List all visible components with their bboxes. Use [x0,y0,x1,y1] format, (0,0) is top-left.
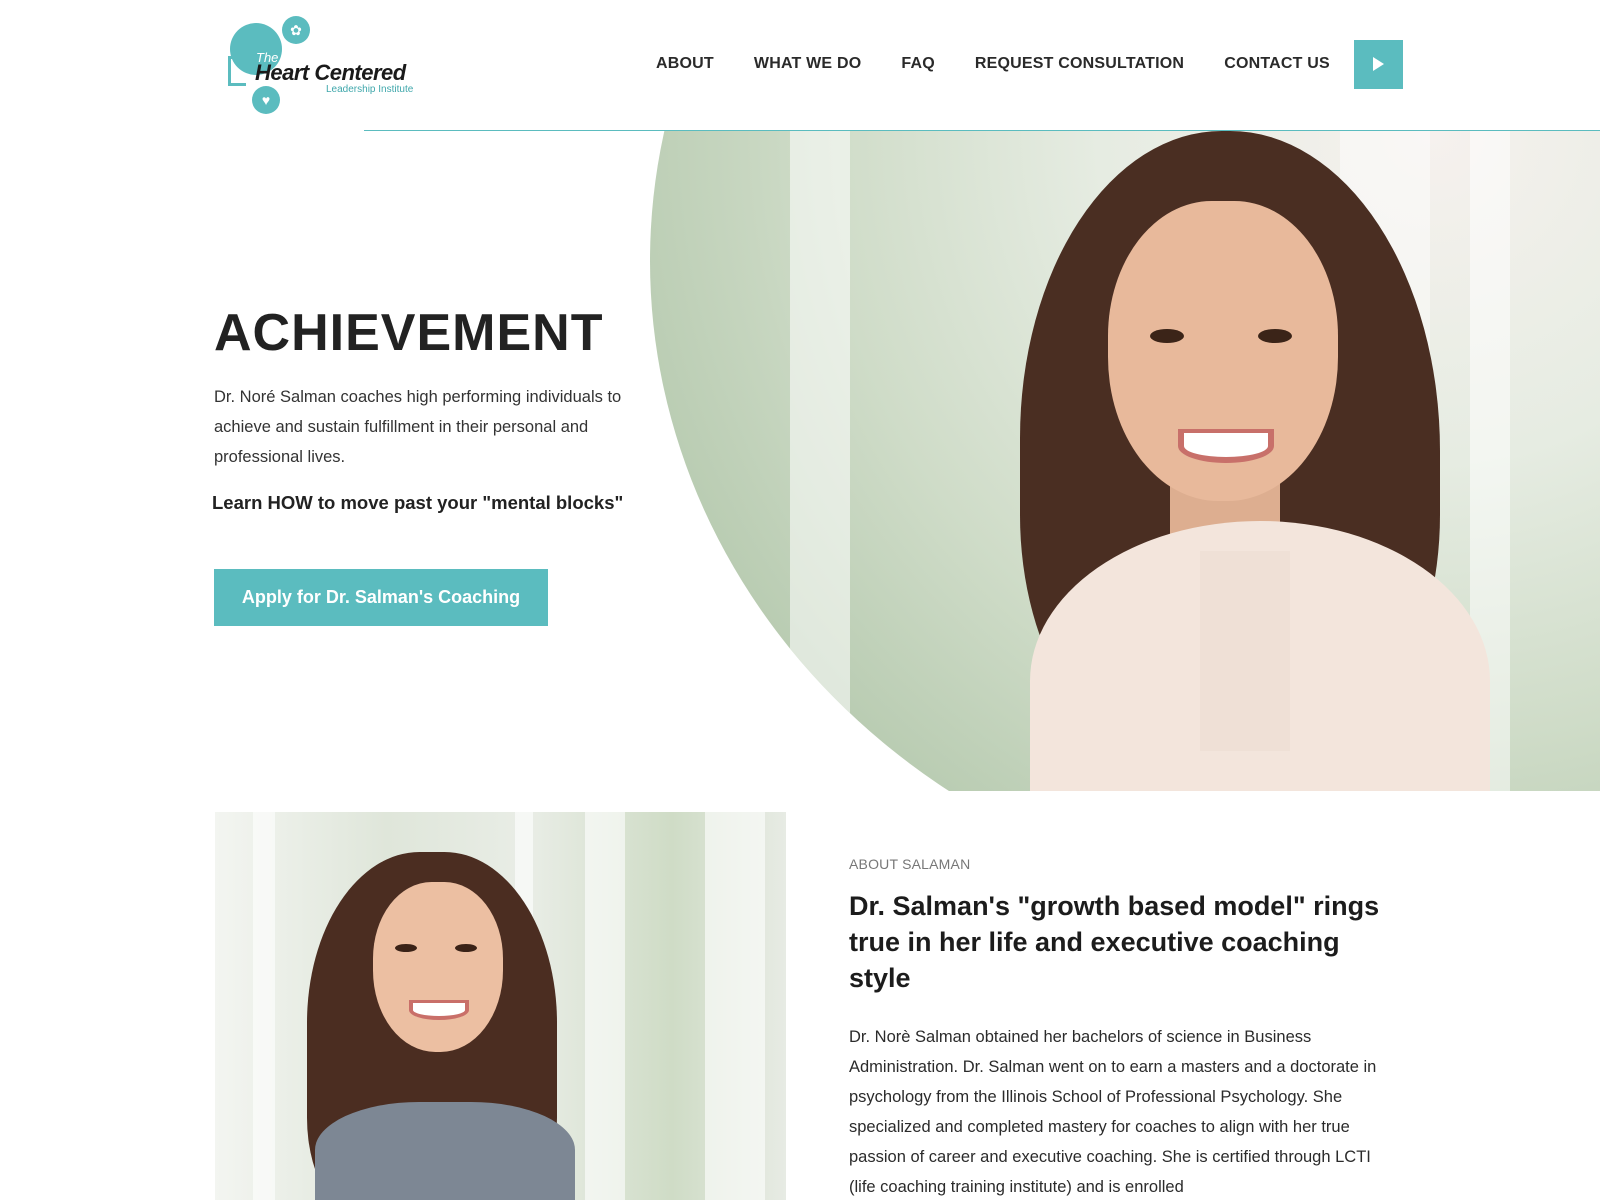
logo-subtitle: Leadership Institute [326,84,414,95]
heart-icon: ♥ [252,86,280,114]
portrait-jacket [1030,521,1490,791]
nav-contact-us[interactable]: CONTACT US [1224,55,1330,73]
nav-request-consultation[interactable]: REQUEST CONSULTATION [975,55,1184,73]
hero-portrait [1000,131,1490,791]
portrait-face [373,882,503,1052]
play-icon [1373,57,1385,71]
header-divider [364,130,1600,131]
brain-icon: ✿ [282,16,310,44]
logo-name: Heart Centered [255,60,406,85]
portrait-hair [1020,131,1440,771]
portrait-eye [1258,329,1292,343]
portrait-face [1108,201,1338,501]
logo[interactable]: ✿ ♥ The Heart Centered Leadership Instit… [228,16,428,114]
nav-what-we-do[interactable]: WHAT WE DO [754,55,861,73]
window-light [1340,131,1430,791]
about-photo [215,812,786,1200]
hero-description: Dr. Noré Salman coaches high performing … [214,388,622,467]
window-light [790,131,850,791]
window-light [705,812,765,1200]
window-light [1470,131,1510,791]
portrait-eye [1150,329,1184,343]
about-heading: Dr. Salman's "growth based model" rings … [849,891,1380,993]
portrait-smile [409,1000,469,1020]
apply-coaching-button[interactable]: Apply for Dr. Salman's Coaching [214,569,548,626]
portrait-eye [395,944,417,952]
hero-title: ACHIEVEMENT [214,304,604,362]
window-light [253,812,275,1200]
hero-tagline: Learn HOW to move past your "mental bloc… [212,492,624,514]
logo-bracket [228,56,246,86]
portrait-shirt [315,1102,575,1200]
window-light [585,812,625,1200]
about-body: Dr. Norè Salman obtained her bachelors o… [849,1028,1377,1196]
hero-text: ACHIEVEMENT Dr. Noré Salman coaches high… [212,304,654,514]
portrait-smile [1178,429,1274,463]
main-nav: ABOUT WHAT WE DO FAQ REQUEST CONSULTATIO… [656,39,1403,89]
play-button[interactable] [1353,39,1403,89]
portrait-top [1200,551,1290,751]
portrait-neck [1170,481,1280,571]
about-eyebrow: ABOUT SALAMAN [849,856,971,872]
nav-about[interactable]: ABOUT [656,55,714,73]
hero-photo [650,131,1600,791]
about-section: ABOUT SALAMAN Dr. Salman's "growth based… [849,856,1399,1200]
nav-faq[interactable]: FAQ [901,55,935,73]
site-header: ✿ ♥ The Heart Centered Leadership Instit… [0,0,1600,131]
portrait-eye [455,944,477,952]
